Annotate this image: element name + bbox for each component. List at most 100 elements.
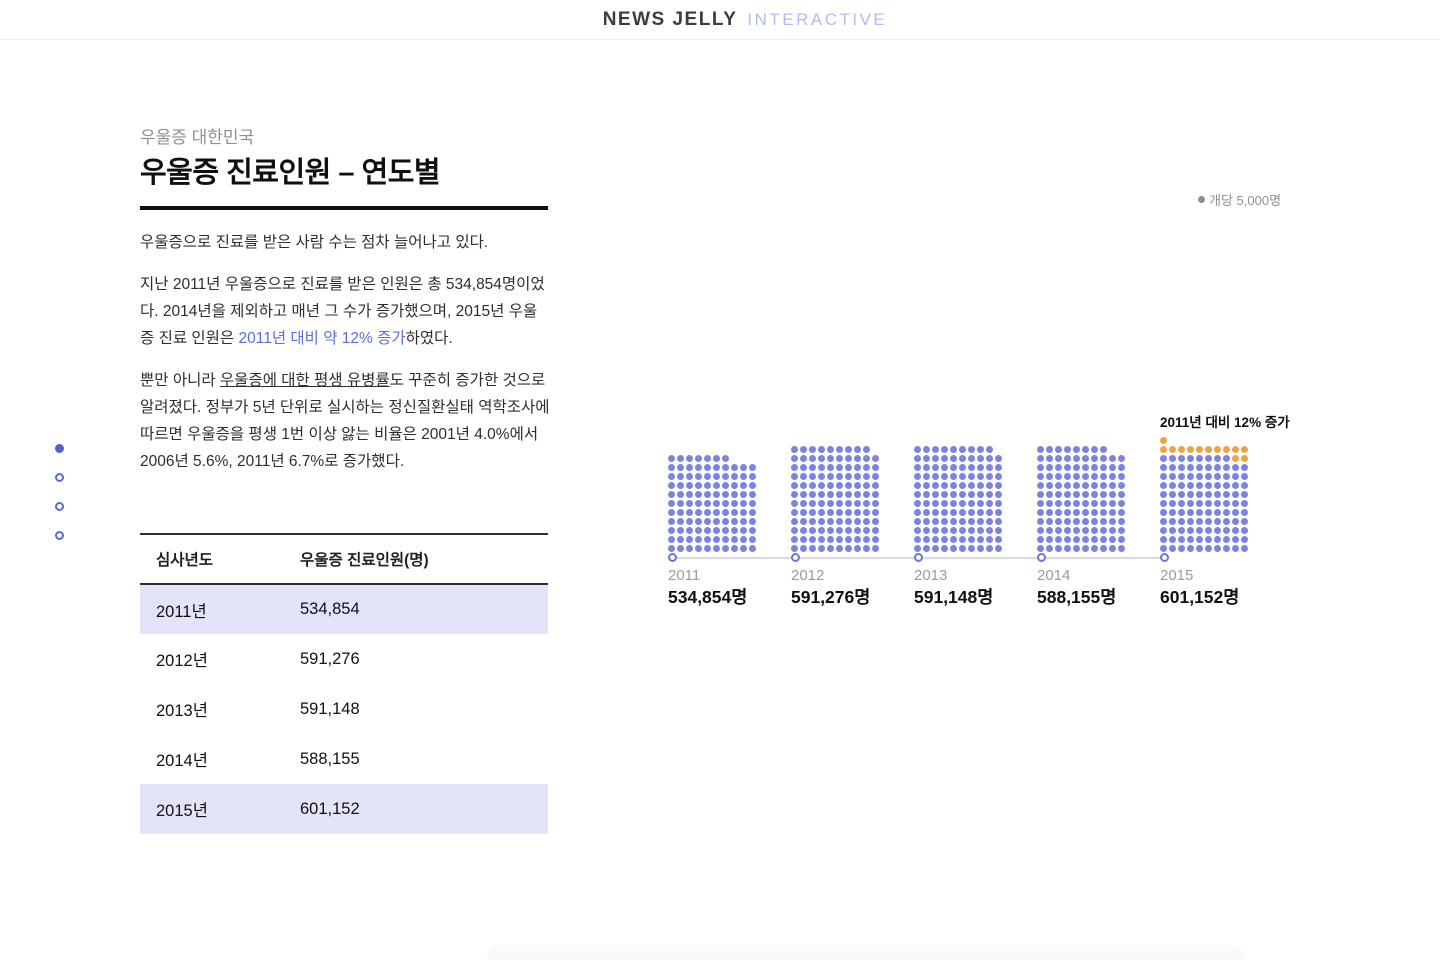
dot-row	[668, 500, 756, 507]
unit-dot	[845, 491, 852, 498]
unit-dot	[677, 482, 684, 489]
unit-dot	[1046, 473, 1053, 480]
nav-dot-2[interactable]	[55, 473, 64, 482]
unit-dot	[854, 464, 861, 471]
unit-dot	[959, 527, 966, 534]
unit-dot	[872, 527, 879, 534]
unit-dot	[809, 464, 816, 471]
unit-dot	[959, 464, 966, 471]
unit-dot	[845, 545, 852, 552]
unit-dot	[1100, 482, 1107, 489]
unit-dot	[923, 473, 930, 480]
unit-dot	[809, 509, 816, 516]
unit-dot	[1037, 536, 1044, 543]
count-label: 534,854명	[668, 584, 747, 609]
unit-dot	[968, 545, 975, 552]
unit-dot	[1178, 455, 1185, 462]
unit-dot	[1073, 545, 1080, 552]
unit-dot	[950, 536, 957, 543]
unit-dot	[722, 527, 729, 534]
year-label: 2013	[914, 567, 947, 584]
unit-dot	[1169, 545, 1176, 552]
unit-dot	[1178, 482, 1185, 489]
column-header-patients: 우울증 진료인원(명)	[300, 534, 548, 584]
nav-dot-4[interactable]	[55, 531, 64, 540]
unit-dot	[1232, 527, 1239, 534]
unit-dot	[1169, 536, 1176, 543]
dot-row	[1037, 536, 1125, 543]
unit-dot	[968, 446, 975, 453]
unit-dot	[1055, 491, 1062, 498]
unit-dot	[677, 536, 684, 543]
unit-dot	[950, 527, 957, 534]
year-cell: 2014년	[140, 734, 300, 784]
unit-dot	[827, 509, 834, 516]
unit-dot	[914, 509, 921, 516]
unit-dot	[854, 509, 861, 516]
dot-row	[668, 509, 756, 516]
paragraph-text: 뿐만 아니라	[140, 372, 220, 389]
unit-dot	[950, 482, 957, 489]
unit-dot	[977, 527, 984, 534]
unit-dot	[854, 473, 861, 480]
unit-dot	[1082, 446, 1089, 453]
unit-dot	[1046, 455, 1053, 462]
unit-dot	[749, 518, 756, 525]
unit-dot	[1100, 446, 1107, 453]
unit-dot	[986, 491, 993, 498]
unit-dot	[731, 482, 738, 489]
unit-dot	[677, 527, 684, 534]
dot-row	[1037, 473, 1125, 480]
dot-row	[668, 482, 756, 489]
dot-row	[1160, 500, 1248, 507]
unit-dot	[1232, 536, 1239, 543]
unit-dot	[1046, 527, 1053, 534]
unit-dot	[1169, 446, 1176, 453]
unit-dot	[1091, 509, 1098, 516]
unit-dot	[695, 482, 702, 489]
unit-dot	[827, 446, 834, 453]
axis-node-2012	[791, 553, 800, 562]
unit-dot	[749, 536, 756, 543]
unit-dot	[1100, 464, 1107, 471]
unit-dot	[1169, 491, 1176, 498]
unit-dot	[809, 527, 816, 534]
unit-dot	[713, 509, 720, 516]
unit-dot	[1046, 518, 1053, 525]
unit-dot	[968, 500, 975, 507]
unit-dot	[1223, 545, 1230, 552]
unit-dot	[1160, 437, 1167, 444]
unit-dot	[686, 545, 693, 552]
unit-dot	[854, 500, 861, 507]
year-label: 2015	[1160, 567, 1193, 584]
unit-dot	[1160, 500, 1167, 507]
unit-dot	[914, 455, 921, 462]
unit-dot	[1091, 518, 1098, 525]
dot-row	[791, 527, 879, 534]
unit-dot	[791, 500, 798, 507]
dot-row	[1037, 527, 1125, 534]
unit-dot	[995, 500, 1002, 507]
unit-dot	[941, 536, 948, 543]
unit-dot	[959, 509, 966, 516]
dot-row	[791, 536, 879, 543]
unit-dot	[1091, 473, 1098, 480]
next-section-edge	[488, 948, 1243, 960]
unit-dot	[1160, 509, 1167, 516]
unit-dot	[668, 545, 675, 552]
unit-dot	[677, 491, 684, 498]
dot-row	[1160, 518, 1248, 525]
unit-dot	[722, 536, 729, 543]
unit-dot	[1109, 527, 1116, 534]
chart-annotation: 2011년 대비 12% 증가	[1160, 411, 1290, 431]
nav-dot-3[interactable]	[55, 502, 64, 511]
unit-dot	[1187, 491, 1194, 498]
unit-dot	[1055, 518, 1062, 525]
dot-row	[1037, 509, 1125, 516]
brand-logo[interactable]: NEWS JELLY INTERACTIVE	[603, 9, 888, 31]
unit-dot	[932, 446, 939, 453]
dot-row	[668, 464, 756, 471]
dot-row	[1037, 464, 1125, 471]
unit-dot	[704, 482, 711, 489]
nav-dot-1[interactable]	[55, 444, 64, 453]
